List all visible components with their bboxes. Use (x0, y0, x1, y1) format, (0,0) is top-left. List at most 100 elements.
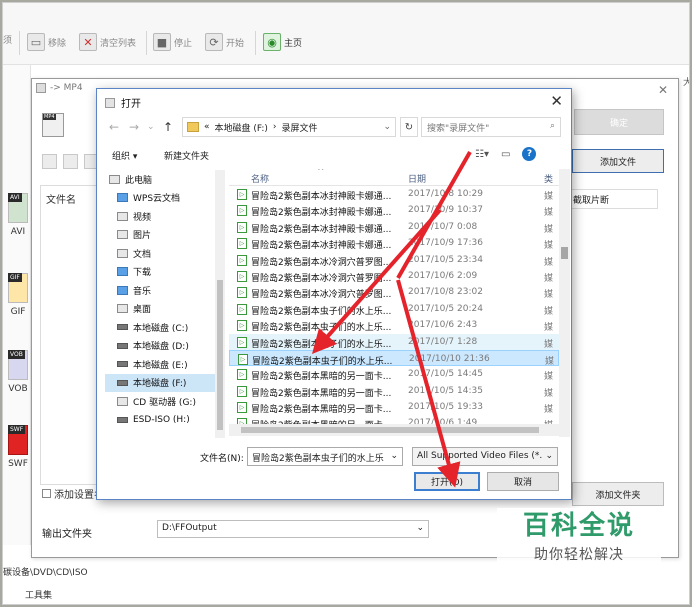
add-file-button[interactable]: 添加文件 (572, 149, 664, 173)
nav-item[interactable]: 本地磁盘 (C:) (105, 318, 217, 337)
file-row[interactable]: ▷ 冒险岛2紫色副本黑暗的另一面卡... 2017/10/5 19:33 媒 (229, 399, 559, 415)
file-row[interactable]: ▷ 冒险岛2紫色副本虫子们的水上乐... 2017/10/5 20:24 媒 (229, 301, 559, 317)
breadcrumb-drive[interactable]: 本地磁盘 (F:) (215, 121, 268, 134)
format-vob[interactable]: VOB VOB (6, 350, 30, 394)
remove-button[interactable]: ▭ 移除 (27, 33, 66, 51)
refresh-icon: ↻ (404, 121, 414, 133)
search-input[interactable]: 搜索"录屏文件" ⌕ (421, 117, 561, 137)
address-bar[interactable]: « 本地磁盘 (F:) › 录屏文件 ⌄ (182, 117, 396, 137)
nav-item[interactable]: 视频 (105, 207, 217, 226)
stop-button[interactable]: ■ 停止 (153, 33, 192, 51)
file-list-scroll-thumb[interactable] (561, 247, 568, 259)
nav-scrollbar[interactable] (215, 170, 225, 438)
organize-menu[interactable]: 组织 ▾ (112, 149, 137, 162)
close-icon[interactable]: ✕ (658, 83, 668, 97)
preview-pane-icon[interactable]: ▭ (501, 149, 510, 160)
nav-item[interactable]: 此电脑 (105, 170, 217, 189)
close-icon[interactable]: ✕ (550, 92, 563, 110)
file-row[interactable]: ▷ 冒险岛2紫色副本虫子们的水上乐... 2017/10/6 2:43 媒 (229, 317, 559, 333)
action-icon[interactable] (63, 154, 78, 169)
format-gif[interactable]: GIF GIF (6, 273, 30, 317)
help-icon[interactable]: ? (522, 147, 537, 161)
file-row[interactable]: ▷ 冒险岛2紫色副本虫子们的水上乐... 2017/10/7 1:28 媒 (229, 333, 559, 350)
drive-icon (117, 416, 128, 423)
column-name[interactable]: 名称 (251, 172, 269, 185)
chevron-down-icon[interactable]: ⌄ (383, 122, 391, 132)
format-avi[interactable]: AVI AVI (6, 193, 30, 237)
clear-list-button[interactable]: ✕ 清空列表 (79, 33, 136, 51)
nav-item-label: 图片 (133, 231, 152, 242)
nav-item[interactable]: 下载 (105, 263, 217, 282)
nav-item[interactable]: 文档 (105, 244, 217, 263)
nav-item-label: 音乐 (133, 286, 152, 297)
view-options-icon[interactable]: ☷▾ (475, 149, 489, 160)
forward-arrow-icon[interactable]: → (129, 120, 139, 134)
video-file-icon: ▷ (237, 369, 247, 381)
nav-item-label: 本地磁盘 (F:) (133, 379, 187, 390)
start-button[interactable]: ⟳ 开始 (205, 33, 244, 51)
format-swf[interactable]: SWF SWF (6, 425, 30, 469)
file-type: 媒 (544, 405, 554, 416)
home-globe-icon: ◉ (263, 33, 281, 51)
filename-input[interactable]: 冒险岛2紫色副本虫子们的水上乐 ⌄ (247, 447, 403, 466)
nav-item[interactable]: CD 驱动器 (G:) (105, 392, 217, 411)
filename-label: 文件名(N): (200, 454, 244, 464)
folder-icon (187, 122, 199, 132)
horizontal-scroll-thumb[interactable] (241, 427, 539, 433)
new-folder-button[interactable]: 新建文件夹 (164, 149, 209, 162)
pc-icon (109, 174, 120, 184)
file-date: 2017/10/8 10:29 (408, 189, 483, 199)
nav-item[interactable]: ESD-ISO (H:) (105, 411, 217, 430)
nav-item[interactable]: 桌面 (105, 300, 217, 319)
file-type: 媒 (544, 241, 554, 252)
horizontal-scrollbar[interactable] (229, 424, 559, 436)
up-arrow-icon[interactable]: ↑ (163, 120, 173, 134)
nav-item[interactable]: 本地磁盘 (E:) (105, 355, 217, 374)
back-arrow-icon[interactable]: ← (109, 120, 119, 134)
file-row[interactable]: ▷ 冒险岛2紫色副本冰封神殿卡娜通... 2017/10/9 17:36 媒 (229, 235, 559, 251)
add-folder-button[interactable]: 添加文件夹 (572, 482, 664, 506)
mp4-dialog-title: -> MP4 (36, 83, 83, 93)
clip-button[interactable]: 截取片断 (566, 189, 658, 209)
file-row[interactable]: ▷ 冒险岛2紫色副本冰冷洞穴普罗图... 2017/10/8 23:02 媒 (229, 284, 559, 300)
swf-icon: SWF (8, 425, 28, 455)
file-row[interactable]: ▷ 冒险岛2紫色副本冰冷洞穴普罗图... 2017/10/5 23:34 媒 (229, 252, 559, 268)
file-row[interactable]: ▷ 冒险岛2紫色副本黑暗的另一面卡... 2017/10/5 14:35 媒 (229, 383, 559, 399)
file-row[interactable]: ▷ 冒险岛2紫色副本冰封神殿卡娜通... 2017/10/7 0:08 媒 (229, 219, 559, 235)
file-list-header: 名称 ^ 日期 类 (229, 169, 559, 186)
open-button[interactable]: 打开(O) (414, 472, 480, 491)
nav-item[interactable]: 本地磁盘 (F:) (105, 373, 217, 392)
file-row[interactable]: ▷ 冒险岛2紫色副本冰封神殿卡娜通... 2017/10/9 10:37 媒 (229, 202, 559, 218)
file-type-filter[interactable]: All Supported Video Files (*. ⌄ (412, 447, 558, 466)
file-type: 媒 (544, 290, 554, 301)
breadcrumb-folder[interactable]: 录屏文件 (282, 121, 318, 134)
video-file-icon: ▷ (238, 353, 248, 365)
nav-item[interactable]: 音乐 (105, 281, 217, 300)
action-icon[interactable] (42, 154, 57, 169)
file-list-scrollbar[interactable] (559, 169, 570, 437)
breadcrumb-overflow[interactable]: « (204, 122, 210, 132)
format-sidebar: AVI AVI GIF GIF VOB VOB SWF SWF (3, 65, 31, 545)
add-settings-checkbox[interactable]: 添加设置名 (42, 486, 104, 501)
file-row[interactable]: ▷ 冒险岛2紫色副本虫子们的水上乐... 2017/10/10 21:36 媒 (229, 349, 559, 367)
refresh-button[interactable]: ↻ (400, 117, 418, 137)
column-date[interactable]: 日期 (408, 172, 426, 185)
app-icon (105, 97, 115, 108)
column-type[interactable]: 类 (544, 172, 553, 185)
chevron-down-icon: ⌄ (545, 451, 553, 461)
nav-item[interactable]: WPS云文档 (105, 189, 217, 208)
file-row[interactable]: ▷ 冒险岛2紫色副本冰封神殿卡娜通... 2017/10/8 10:29 媒 (229, 186, 559, 202)
cancel-button[interactable]: 取消 (487, 472, 559, 491)
file-name: 冒险岛2紫色副本冰封神殿卡娜通... (251, 208, 392, 219)
file-row[interactable]: ▷ 冒险岛2紫色副本黑暗的另一面卡... 2017/10/5 14:45 媒 (229, 366, 559, 382)
output-folder-select[interactable]: D:\FFOutput ⌄ (157, 520, 429, 538)
nav-scroll-thumb[interactable] (217, 280, 223, 430)
file-row[interactable]: ▷ 冒险岛2紫色副本冰冷洞穴普罗图... 2017/10/6 2:09 媒 (229, 268, 559, 284)
home-button[interactable]: ◉ 主页 (263, 33, 302, 51)
chevron-down-icon[interactable]: ⌄ (390, 451, 398, 462)
recent-chevron-icon[interactable]: ⌄ (147, 122, 155, 132)
nav-item[interactable]: 图片 (105, 226, 217, 245)
picture-icon (117, 230, 128, 240)
ok-button[interactable]: 确定 (574, 109, 664, 135)
nav-item[interactable]: 本地磁盘 (D:) (105, 337, 217, 356)
